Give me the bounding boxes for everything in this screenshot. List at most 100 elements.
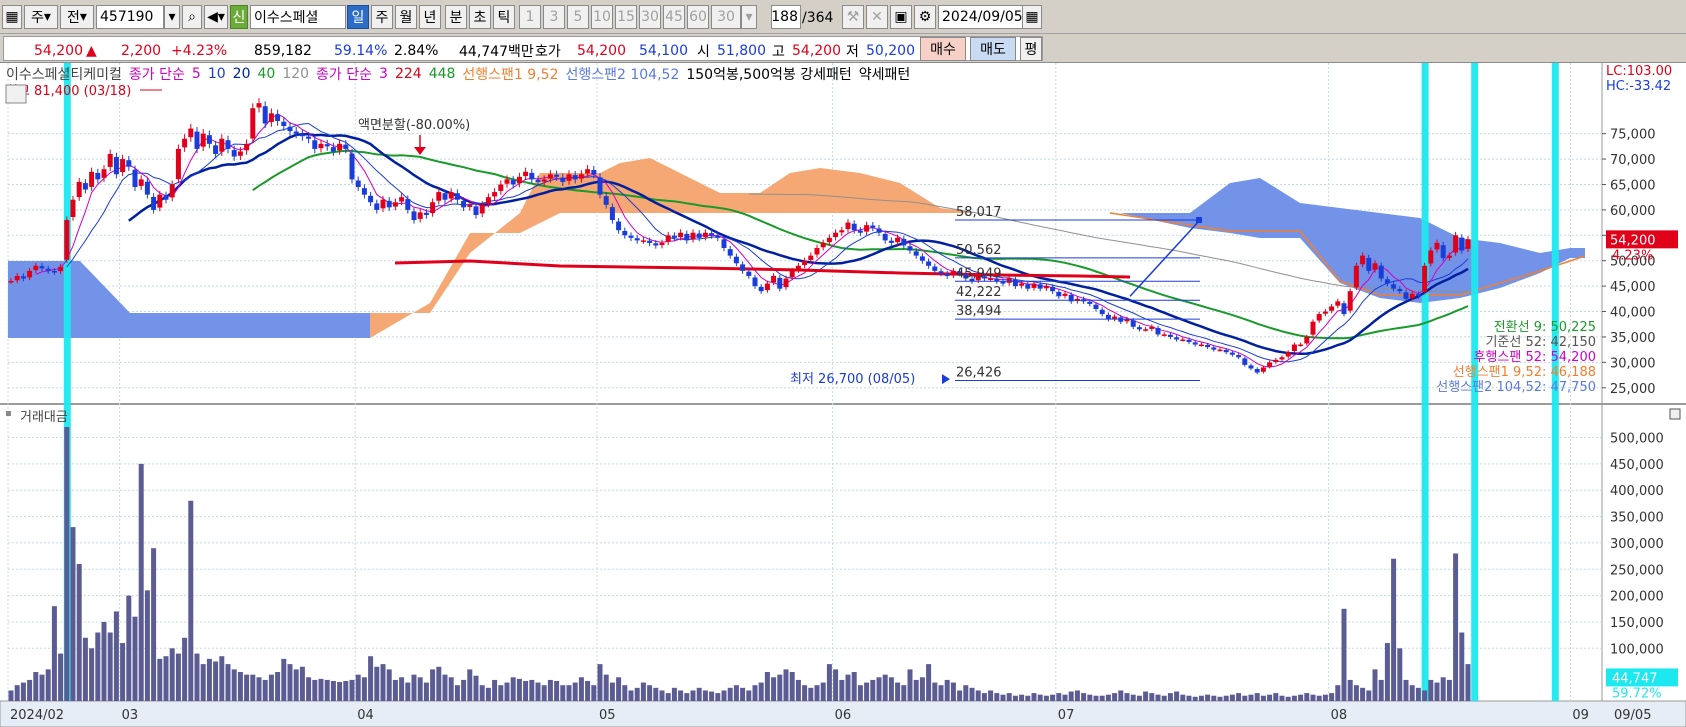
date-tick-label: 04 bbox=[357, 708, 374, 723]
period-week[interactable]: 주 bbox=[371, 5, 393, 29]
candle-body bbox=[330, 147, 336, 152]
candle-body bbox=[1273, 359, 1279, 362]
volume-bar bbox=[541, 685, 547, 701]
minute-5[interactable]: 5 bbox=[567, 5, 589, 29]
minute-10[interactable]: 10 bbox=[591, 5, 613, 29]
price-tick-label: 40,000 bbox=[1610, 306, 1656, 321]
fib-level-label: 45,949 bbox=[956, 266, 1002, 281]
candle-body bbox=[1310, 321, 1316, 335]
volume-bar bbox=[640, 682, 646, 701]
volume-bar bbox=[1353, 685, 1359, 701]
date-tick-label: 09/05 bbox=[1614, 708, 1651, 723]
volume-tick-label: 350,000 bbox=[1610, 511, 1664, 526]
volume-bar bbox=[1174, 691, 1180, 701]
candle-body bbox=[659, 242, 665, 246]
grid-menu-icon[interactable]: ▦ bbox=[2, 5, 22, 29]
candle-body bbox=[1155, 327, 1161, 335]
volume-bar bbox=[417, 677, 423, 701]
volume-bar bbox=[690, 690, 696, 701]
volume-bar bbox=[1099, 695, 1105, 701]
volume-bar bbox=[808, 687, 814, 701]
speaker-icon[interactable]: ◀▾ bbox=[204, 5, 228, 29]
buy-button[interactable]: 매수 bbox=[920, 37, 966, 61]
period-year[interactable]: 년 bbox=[419, 5, 441, 29]
period-minute[interactable]: 분 bbox=[445, 5, 467, 29]
volume-bar bbox=[182, 637, 188, 701]
volume-bar bbox=[802, 685, 808, 701]
volume-bar bbox=[969, 687, 975, 701]
volume-bar bbox=[442, 674, 448, 701]
volume-bar bbox=[306, 677, 312, 701]
volume-bar bbox=[1093, 695, 1099, 701]
search-icon[interactable]: ⌕ bbox=[182, 5, 202, 29]
volume-bar bbox=[275, 672, 281, 701]
candle-body bbox=[39, 266, 45, 269]
sell-button[interactable]: 매도 bbox=[970, 37, 1016, 61]
candle-body bbox=[411, 211, 417, 221]
minute-15[interactable]: 15 bbox=[615, 5, 637, 29]
gear-icon[interactable]: ⚙ bbox=[914, 5, 936, 29]
candle-body bbox=[1143, 329, 1149, 331]
volume-bar bbox=[138, 463, 144, 701]
minute-30[interactable]: 30 bbox=[639, 5, 661, 29]
volume-bar bbox=[1112, 693, 1118, 701]
market-select[interactable]: 주 ▾ bbox=[24, 5, 58, 29]
candle-body bbox=[1161, 334, 1167, 336]
volume-bar bbox=[752, 685, 758, 701]
candle-body bbox=[268, 113, 274, 122]
candle-body bbox=[1211, 347, 1217, 350]
volume-bar bbox=[740, 687, 746, 701]
minute-dropdown-icon[interactable]: ▾ bbox=[741, 5, 757, 29]
candle-body bbox=[423, 212, 429, 215]
date-input[interactable]: 2024/09/05 bbox=[938, 5, 1030, 29]
volume-bar bbox=[1068, 691, 1074, 701]
candle-body bbox=[727, 249, 733, 256]
candle-body bbox=[337, 143, 343, 151]
volume-bar bbox=[1341, 608, 1347, 701]
candle-body bbox=[219, 138, 225, 152]
candle-body bbox=[535, 179, 541, 182]
count-input[interactable]: 188 bbox=[771, 5, 801, 29]
volume-bar bbox=[975, 690, 981, 701]
crosshair-icon[interactable]: ✕ bbox=[866, 5, 888, 29]
minute-3[interactable]: 3 bbox=[543, 5, 565, 29]
period-tick[interactable]: 틱 bbox=[493, 5, 515, 29]
volume-bar bbox=[864, 682, 870, 701]
period-day[interactable]: 일 bbox=[347, 5, 369, 29]
avg-button[interactable]: 평 bbox=[1020, 37, 1042, 61]
minute-custom[interactable]: 30 bbox=[711, 5, 741, 29]
volume-bar bbox=[876, 677, 882, 701]
scope-select[interactable]: 전 ▾ bbox=[60, 5, 94, 29]
candle-body bbox=[287, 126, 293, 132]
period-second[interactable]: 초 bbox=[469, 5, 491, 29]
date-tick-label: 05 bbox=[599, 708, 616, 723]
period-month[interactable]: 월 bbox=[395, 5, 417, 29]
price-tick-label: 65,000 bbox=[1610, 178, 1656, 193]
compare-icon[interactable]: ⚒ bbox=[842, 5, 864, 29]
volume-bar bbox=[1440, 677, 1446, 701]
volume-bar bbox=[913, 679, 919, 701]
code-input[interactable]: 457190 bbox=[96, 5, 164, 29]
volume-bar bbox=[771, 677, 777, 701]
stock-name[interactable]: 이수스페셜 bbox=[250, 5, 346, 29]
candle-body bbox=[436, 192, 442, 201]
candle-body bbox=[213, 145, 219, 154]
volume-bar bbox=[1167, 693, 1173, 701]
volume-bar bbox=[665, 693, 671, 701]
save-icon[interactable]: ▣ bbox=[890, 5, 912, 29]
minute-1[interactable]: 1 bbox=[519, 5, 541, 29]
quote-price: 54,200 bbox=[34, 43, 83, 59]
quote-open: 51,800 bbox=[717, 43, 766, 59]
volume-bar bbox=[1087, 694, 1093, 701]
candle-body bbox=[1205, 344, 1211, 348]
volume-bar bbox=[423, 682, 429, 701]
vol-pct-tag: 59.72% bbox=[1612, 686, 1662, 701]
volume-bar bbox=[895, 682, 901, 701]
minute-60[interactable]: 60 bbox=[687, 5, 709, 29]
code-dropdown-icon[interactable]: ▾ bbox=[164, 5, 180, 29]
toolbar: ▦ 주 ▾ 전 ▾ 457190 ▾ ⌕ ◀▾ 신 이수스페셜 일 주 월 년 분 … bbox=[0, 0, 1686, 34]
price-chart[interactable]: 25,00030,00035,00040,00045,00050,00055,0… bbox=[0, 63, 1686, 727]
calendar-icon[interactable]: ▦ bbox=[1022, 5, 1042, 29]
volume-bar bbox=[591, 685, 597, 701]
minute-45[interactable]: 45 bbox=[663, 5, 685, 29]
